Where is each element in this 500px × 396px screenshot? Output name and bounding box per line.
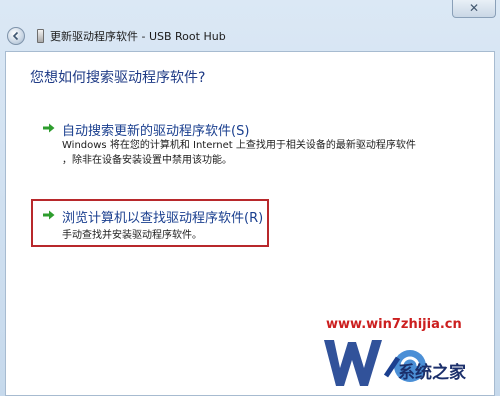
option-auto-search-title[interactable]: 自动搜索更新的驱动程序软件(S) <box>62 120 249 139</box>
back-arrow-icon <box>12 31 19 41</box>
back-button[interactable] <box>7 27 25 45</box>
dialog-window: 更新驱动程序软件 - USB Root Hub ✕ 您想如何搜索驱动程序软件? … <box>0 0 500 396</box>
usb-device-icon <box>37 29 44 43</box>
watermark-brand: 系统之家 <box>398 363 466 383</box>
option-browse-computer[interactable]: 浏览计算机以查找驱动程序软件(R) 手动查找并安装驱动程序软件。 <box>42 207 267 241</box>
option-auto-search-desc-line2: ，除非在设备安装设置中禁用该功能。 <box>62 155 232 166</box>
close-button[interactable]: ✕ <box>452 0 496 18</box>
option-browse-computer-desc: 手动查找并安装驱动程序软件。 <box>62 230 202 241</box>
option-auto-search[interactable]: 自动搜索更新的驱动程序软件(S) Windows 将在您的计算机和 Intern… <box>42 120 472 168</box>
watermark-url: www.win7zhijia.cn <box>326 317 462 332</box>
option-auto-search-desc-line1: Windows 将在您的计算机和 Internet 上查找用于相关设备的最新驱动… <box>62 140 416 151</box>
close-icon: ✕ <box>468 1 480 15</box>
page-heading: 您想如何搜索驱动程序软件? <box>30 70 206 86</box>
option-auto-search-desc: Windows 将在您的计算机和 Internet 上查找用于相关设备的最新驱动… <box>62 138 416 168</box>
option-browse-computer-title[interactable]: 浏览计算机以查找驱动程序软件(R) <box>62 207 263 226</box>
title-bar: 更新驱动程序软件 - USB Root Hub ✕ <box>0 0 500 48</box>
window-title: 更新驱动程序软件 - USB Root Hub <box>50 30 226 43</box>
green-arrow-icon <box>43 123 55 133</box>
green-arrow-icon <box>43 210 55 220</box>
